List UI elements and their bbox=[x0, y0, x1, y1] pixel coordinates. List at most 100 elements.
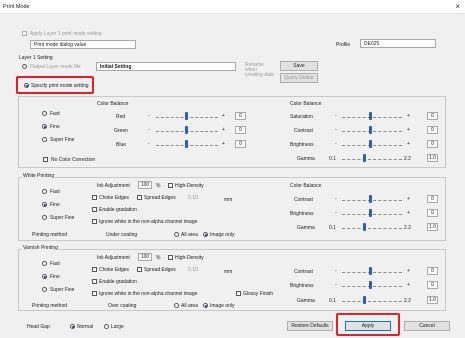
white-super-fine-radio[interactable] bbox=[42, 215, 47, 220]
contrast-slider-thumb[interactable] bbox=[369, 126, 372, 134]
blue-value[interactable]: 0 bbox=[235, 140, 246, 148]
white-high-density-label: High-Density bbox=[175, 183, 204, 189]
white-ink-value[interactable]: 100 bbox=[138, 181, 152, 189]
white-spread-edges-checkbox[interactable] bbox=[137, 195, 142, 200]
varnish-gamma-value[interactable]: 1.0 bbox=[427, 296, 438, 304]
cancel-button[interactable]: Cancel bbox=[404, 321, 450, 331]
close-icon[interactable]: × bbox=[455, 2, 460, 11]
white-brightness-value[interactable]: 0 bbox=[427, 209, 438, 217]
brightness-slider-thumb[interactable] bbox=[369, 140, 372, 148]
initial-setting-field[interactable]: Initial Setting bbox=[96, 62, 236, 71]
quality-fine-radio[interactable] bbox=[42, 124, 47, 129]
red-value[interactable]: 0 bbox=[235, 112, 246, 120]
white-fine-radio[interactable] bbox=[42, 202, 47, 207]
white-gamma-slider-track[interactable] bbox=[342, 228, 402, 229]
varnish-edge-value[interactable]: 0.10 bbox=[188, 267, 198, 273]
varnish-brightness-slider-track[interactable] bbox=[342, 286, 402, 287]
varnish-fast-label: Fast bbox=[50, 261, 60, 267]
white-edge-value[interactable]: 0.10 bbox=[188, 195, 198, 201]
white-brightness-plus: + bbox=[407, 210, 410, 216]
white-choke-edges-checkbox[interactable] bbox=[92, 195, 97, 200]
profile-label: Profile bbox=[336, 42, 351, 48]
varnish-choke-edges-checkbox[interactable] bbox=[92, 267, 97, 272]
rename-hint: Rename when creating data bbox=[245, 62, 274, 78]
quality-fast-radio[interactable] bbox=[42, 111, 47, 116]
gamma-value[interactable]: 1.0 bbox=[427, 154, 438, 162]
contrast-value[interactable]: 0 bbox=[427, 126, 438, 134]
varnish-ignore-white-label: Ignore white in the non-alpha channel im… bbox=[99, 291, 198, 297]
varnish-brightness-label: Brightness bbox=[290, 283, 314, 289]
apply-layer1-checkbox[interactable] bbox=[22, 31, 27, 36]
varnish-ink-adjustment-label: Ink Adjustment bbox=[97, 255, 130, 261]
white-image-only-radio[interactable] bbox=[203, 232, 208, 237]
varnish-brightness-value[interactable]: 0 bbox=[427, 281, 438, 289]
varnish-ignore-white-checkbox[interactable] bbox=[92, 291, 97, 296]
green-slider-thumb[interactable] bbox=[185, 126, 188, 134]
white-brightness-slider-thumb[interactable] bbox=[369, 209, 372, 217]
gamma-slider-thumb[interactable] bbox=[363, 154, 366, 162]
saturation-slider-thumb[interactable] bbox=[369, 112, 372, 120]
red-slider-thumb[interactable] bbox=[185, 112, 188, 120]
query-delete-button[interactable]: Query Delete bbox=[280, 73, 318, 83]
varnish-all-area-label: All area bbox=[181, 303, 198, 309]
brightness-value[interactable]: 0 bbox=[427, 140, 438, 148]
varnish-spread-edges-checkbox[interactable] bbox=[137, 267, 142, 272]
red-minus: - bbox=[148, 113, 150, 119]
profile-select[interactable]: DE025 bbox=[360, 39, 436, 48]
white-high-density-checkbox[interactable] bbox=[168, 183, 173, 188]
varnish-all-area-radio[interactable] bbox=[174, 303, 179, 308]
white-contrast-slider-track[interactable] bbox=[342, 200, 402, 201]
glossy-finish-checkbox[interactable] bbox=[236, 291, 241, 296]
varnish-contrast-slider-thumb[interactable] bbox=[369, 267, 372, 275]
head-gap-large-radio[interactable] bbox=[104, 324, 109, 329]
saturation-value[interactable]: 0 bbox=[427, 112, 438, 120]
varnish-high-density-checkbox[interactable] bbox=[168, 255, 173, 260]
varnish-contrast-value[interactable]: 0 bbox=[427, 267, 438, 275]
white-ignore-white-checkbox[interactable] bbox=[92, 219, 97, 224]
white-contrast-label: Contrast bbox=[294, 197, 313, 203]
head-gap-normal-radio[interactable] bbox=[70, 324, 75, 329]
contrast-slider-track[interactable] bbox=[342, 131, 402, 132]
varnish-brightness-slider-thumb[interactable] bbox=[369, 281, 372, 289]
green-value[interactable]: 0 bbox=[235, 126, 246, 134]
white-contrast-slider-thumb[interactable] bbox=[369, 195, 372, 203]
white-gamma-slider-thumb[interactable] bbox=[363, 223, 366, 231]
white-contrast-value[interactable]: 0 bbox=[427, 195, 438, 203]
quality-super-fine-radio[interactable] bbox=[42, 137, 47, 142]
white-enable-gradation-checkbox[interactable] bbox=[92, 207, 97, 212]
varnish-fast-radio[interactable] bbox=[42, 261, 47, 266]
brightness-slider-track[interactable] bbox=[342, 145, 402, 146]
no-color-correction-checkbox[interactable] bbox=[43, 157, 48, 162]
output-layer-mode-radio[interactable] bbox=[22, 64, 27, 69]
varnish-image-only-radio[interactable] bbox=[203, 303, 208, 308]
varnish-super-fine-radio[interactable] bbox=[42, 287, 47, 292]
saturation-slider-track[interactable] bbox=[342, 117, 402, 118]
apply-highlight-box bbox=[336, 313, 400, 336]
varnish-ink-value[interactable]: 100 bbox=[138, 253, 152, 261]
blue-slider-thumb[interactable] bbox=[185, 140, 188, 148]
varnish-gamma-slider-thumb[interactable] bbox=[363, 296, 366, 304]
blue-minus: - bbox=[148, 141, 150, 147]
white-gamma-label: Gamma bbox=[297, 225, 315, 231]
print-mode-dialog-value-field[interactable]: Print mode dialog value bbox=[30, 40, 136, 49]
white-brightness-slider-track[interactable] bbox=[342, 214, 402, 215]
white-gamma-value[interactable]: 1.0 bbox=[427, 223, 438, 231]
varnish-enable-gradation-checkbox[interactable] bbox=[92, 279, 97, 284]
varnish-fine-radio[interactable] bbox=[42, 274, 47, 279]
quality-super-fine-label: Super Fine bbox=[50, 137, 75, 143]
white-contrast-minus: - bbox=[335, 196, 337, 202]
red-plus: + bbox=[222, 113, 225, 119]
contrast-minus: - bbox=[335, 127, 337, 133]
white-all-area-radio[interactable] bbox=[174, 232, 179, 237]
varnish-high-density-label: High-Density bbox=[175, 255, 204, 261]
green-plus: + bbox=[222, 127, 225, 133]
white-all-area-label: All area bbox=[181, 232, 198, 238]
restore-defaults-button[interactable]: Restore Defaults bbox=[287, 321, 333, 331]
save-button[interactable]: Save bbox=[280, 61, 318, 71]
white-choke-edges-label: Choke Edges bbox=[99, 195, 130, 201]
white-contrast-plus: + bbox=[407, 196, 410, 202]
gamma-slider-track[interactable] bbox=[342, 159, 402, 160]
varnish-contrast-slider-track[interactable] bbox=[342, 272, 402, 273]
white-fast-radio[interactable] bbox=[42, 189, 47, 194]
varnish-gamma-slider-track[interactable] bbox=[342, 301, 402, 302]
